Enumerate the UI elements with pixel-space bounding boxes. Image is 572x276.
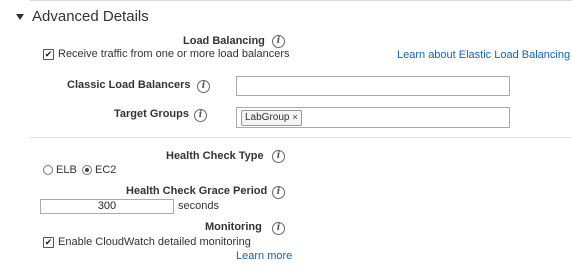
cloudwatch-label: Enable CloudWatch detailed monitoring <box>58 236 251 248</box>
target-group-name: LabGroup <box>245 112 290 123</box>
classic-lb-label: Classic Load Balancers <box>67 79 191 91</box>
radio-selected-dot <box>85 168 89 172</box>
remove-token-icon[interactable]: × <box>292 111 297 124</box>
cloudwatch-option[interactable]: ✔ Enable CloudWatch detailed monitoring <box>43 236 251 248</box>
health-check-ec2-option[interactable]: EC2 <box>82 164 116 176</box>
grace-period-input[interactable]: 300 <box>40 199 174 214</box>
classic-lb-value <box>237 80 241 92</box>
info-icon[interactable]: i <box>272 150 285 163</box>
section-header-advanced-details[interactable]: Advanced Details <box>16 7 149 25</box>
grace-period-unit: seconds <box>178 200 219 212</box>
monitoring-title: Monitoring <box>205 221 262 233</box>
receive-traffic-option[interactable]: ✔ Receive traffic from one or more load … <box>43 48 290 60</box>
checkmark-icon: ✔ <box>44 48 53 59</box>
grace-period-label: Health Check Grace Period <box>126 185 268 197</box>
target-groups-input[interactable]: LabGroup × <box>236 107 510 128</box>
info-icon[interactable]: i <box>194 109 207 122</box>
ec2-radio-label: EC2 <box>95 164 117 176</box>
receive-traffic-checkbox[interactable]: ✔ <box>43 48 54 60</box>
info-icon[interactable]: i <box>197 80 210 93</box>
elb-radio-label: ELB <box>56 164 77 176</box>
target-group-token: LabGroup × <box>241 109 302 126</box>
ec2-radio[interactable] <box>82 165 92 175</box>
learn-about-elb-link[interactable]: Learn about Elastic Load Balancing <box>397 49 570 61</box>
health-check-elb-option[interactable]: ELB <box>43 164 77 176</box>
checkmark-icon: ✔ <box>44 236 53 247</box>
classic-lb-input[interactable] <box>236 76 510 96</box>
receive-traffic-label: Receive traffic from one or more load ba… <box>58 48 290 60</box>
section-title: Advanced Details <box>32 7 149 25</box>
info-icon[interactable]: i <box>272 35 285 48</box>
target-groups-label: Target Groups <box>114 108 189 120</box>
learn-more-link[interactable]: Learn more <box>236 250 292 262</box>
health-check-type-label: Health Check Type <box>166 150 264 162</box>
section-divider <box>30 137 572 138</box>
caret-down-icon[interactable] <box>16 13 24 20</box>
load-balancing-title: Load Balancing <box>183 35 265 47</box>
info-icon[interactable]: i <box>272 186 285 199</box>
elb-radio[interactable] <box>43 165 53 175</box>
cloudwatch-checkbox[interactable]: ✔ <box>43 236 54 248</box>
info-icon[interactable]: i <box>272 222 285 235</box>
top-divider <box>30 0 572 1</box>
